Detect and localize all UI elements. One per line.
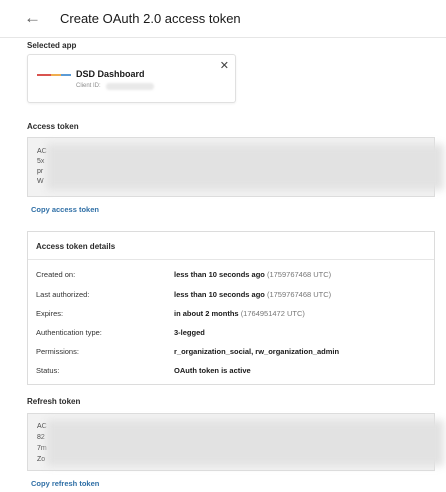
- token-line-prefix: 82: [37, 434, 45, 441]
- arrow-left-icon[interactable]: ←: [24, 9, 41, 27]
- access-token-details-panel: Access token details Created on: less th…: [27, 231, 435, 385]
- detail-value: OAuth token is active: [174, 366, 251, 375]
- refresh-token-box[interactable]: AC 82 7m Zo: [27, 413, 444, 471]
- copy-refresh-token-link[interactable]: Copy refresh token: [31, 479, 99, 488]
- copy-access-token-link[interactable]: Copy access token: [31, 205, 99, 214]
- page-title: Create OAuth 2.0 access token: [60, 11, 241, 26]
- detail-key: Status:: [36, 366, 60, 375]
- app-card: DSD Dashboard Client ID: ✕: [27, 54, 236, 103]
- app-logo: [37, 73, 71, 77]
- detail-key: Expires:: [36, 309, 64, 318]
- client-id-value-redacted: [106, 83, 154, 90]
- detail-key: Last authorized:: [36, 290, 90, 299]
- access-token-box[interactable]: AC 5x pr W: [27, 137, 444, 197]
- divider: [28, 259, 434, 260]
- selected-app-label: Selected app: [27, 41, 77, 50]
- access-token-label: Access token: [27, 122, 79, 131]
- page-header: ← Create OAuth 2.0 access token: [0, 0, 446, 38]
- detail-value: r_organization_social, rw_organization_a…: [174, 347, 340, 356]
- refresh-token-label: Refresh token: [27, 397, 81, 406]
- token-line-prefix: Zo: [37, 456, 46, 463]
- detail-value: less than 10 seconds ago (1759767468 UTC…: [174, 290, 332, 299]
- close-icon[interactable]: ✕: [220, 59, 229, 72]
- token-line-prefix: W: [37, 178, 44, 185]
- client-id-label: Client ID:: [76, 83, 101, 89]
- detail-key: Permissions:: [36, 347, 79, 356]
- details-title: Access token details: [36, 242, 116, 251]
- redacted-token-area: [46, 144, 444, 190]
- detail-value: 3-legged: [174, 328, 205, 337]
- detail-value: in about 2 months (1764951472 UTC): [174, 309, 305, 318]
- detail-key: Authentication type:: [36, 328, 102, 337]
- detail-value: less than 10 seconds ago (1759767468 UTC…: [174, 270, 332, 279]
- redacted-token-area: [46, 420, 444, 466]
- app-name: DSD Dashboard: [76, 69, 145, 79]
- detail-key: Created on:: [36, 270, 76, 279]
- token-line-prefix: 5x: [37, 158, 45, 165]
- token-line-prefix: pr: [37, 168, 44, 175]
